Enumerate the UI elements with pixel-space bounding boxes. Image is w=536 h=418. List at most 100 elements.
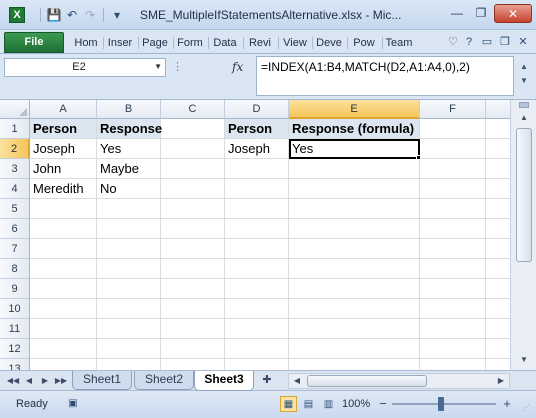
zoom-level[interactable]: 100% bbox=[342, 398, 370, 410]
ribbon-collapse-icon[interactable]: ▭ bbox=[480, 35, 494, 49]
cell-b11[interactable] bbox=[97, 319, 161, 339]
cell-f11[interactable] bbox=[420, 319, 486, 339]
chevron-down-icon[interactable]: ▼ bbox=[154, 62, 162, 71]
next-sheet-button[interactable]: ▶ bbox=[38, 373, 52, 388]
cell-d11[interactable] bbox=[225, 319, 289, 339]
row-header-4[interactable]: 4 bbox=[0, 179, 30, 199]
row-header-10[interactable]: 10 bbox=[0, 299, 30, 319]
scroll-left-arrow[interactable]: ◀ bbox=[289, 374, 305, 388]
column-header-e[interactable]: E bbox=[289, 100, 420, 119]
column-header-f[interactable]: F bbox=[420, 100, 486, 119]
cell-e10[interactable] bbox=[289, 299, 420, 319]
cell-g5[interactable] bbox=[486, 199, 510, 219]
tab-data[interactable]: Data bbox=[210, 33, 240, 53]
cell-b2[interactable]: Yes bbox=[97, 139, 161, 159]
customize-qat-icon[interactable]: ▾ bbox=[108, 6, 126, 24]
cell-g9[interactable] bbox=[486, 279, 510, 299]
tab-team[interactable]: Team bbox=[384, 33, 414, 53]
select-all-corner[interactable] bbox=[0, 100, 30, 119]
cell-e8[interactable] bbox=[289, 259, 420, 279]
save-icon[interactable]: 💾 bbox=[45, 6, 63, 24]
cell-e1[interactable]: Response (formula) bbox=[289, 119, 420, 139]
cell-c3[interactable] bbox=[161, 159, 225, 179]
cell-a2[interactable]: Joseph bbox=[30, 139, 97, 159]
row-header-13[interactable]: 13 bbox=[0, 359, 30, 370]
zoom-slider-thumb[interactable] bbox=[438, 397, 444, 411]
cell-f3[interactable] bbox=[420, 159, 486, 179]
column-header-d[interactable]: D bbox=[225, 100, 289, 119]
cell-e2[interactable]: Yes bbox=[289, 139, 420, 159]
cell-e3[interactable] bbox=[289, 159, 420, 179]
cell-g13[interactable] bbox=[486, 359, 510, 370]
cell-a8[interactable] bbox=[30, 259, 97, 279]
resize-grip-icon[interactable]: ⋰ bbox=[522, 403, 534, 415]
cell-c12[interactable] bbox=[161, 339, 225, 359]
cell-d12[interactable] bbox=[225, 339, 289, 359]
fill-handle[interactable] bbox=[416, 155, 421, 160]
cell-f1[interactable] bbox=[420, 119, 486, 139]
cell-d7[interactable] bbox=[225, 239, 289, 259]
cell-f9[interactable] bbox=[420, 279, 486, 299]
page-layout-view-button[interactable]: ▤ bbox=[300, 396, 317, 412]
insert-function-button[interactable]: fx bbox=[232, 60, 243, 74]
cell-f10[interactable] bbox=[420, 299, 486, 319]
cell-g6[interactable] bbox=[486, 219, 510, 239]
help-icon[interactable]: ? bbox=[462, 35, 476, 49]
close-button[interactable]: ✕ bbox=[494, 4, 532, 23]
tab-formulas[interactable]: Form bbox=[175, 33, 205, 53]
row-header-7[interactable]: 7 bbox=[0, 239, 30, 259]
column-header-b[interactable]: B bbox=[97, 100, 161, 119]
expand-formula-bar-button[interactable]: ▲ ▼ bbox=[516, 60, 532, 92]
cell-f5[interactable] bbox=[420, 199, 486, 219]
tab-review[interactable]: Revi bbox=[245, 33, 275, 53]
cell-b5[interactable] bbox=[97, 199, 161, 219]
cell-d4[interactable] bbox=[225, 179, 289, 199]
column-header-a[interactable]: A bbox=[30, 100, 97, 119]
redo-icon[interactable]: ↷ bbox=[81, 6, 99, 24]
cell-g8[interactable] bbox=[486, 259, 510, 279]
cell-g1[interactable] bbox=[486, 119, 510, 139]
cell-e12[interactable] bbox=[289, 339, 420, 359]
cell-a12[interactable] bbox=[30, 339, 97, 359]
horizontal-scrollbar[interactable]: ◀ ▶ bbox=[288, 373, 510, 389]
cell-g7[interactable] bbox=[486, 239, 510, 259]
cell-d10[interactable] bbox=[225, 299, 289, 319]
cell-c10[interactable] bbox=[161, 299, 225, 319]
cell-e4[interactable] bbox=[289, 179, 420, 199]
cell-c9[interactable] bbox=[161, 279, 225, 299]
heart-icon[interactable]: ♡ bbox=[446, 35, 460, 49]
scroll-right-arrow[interactable]: ▶ bbox=[493, 374, 509, 388]
cell-f4[interactable] bbox=[420, 179, 486, 199]
cell-g10[interactable] bbox=[486, 299, 510, 319]
cell-d1[interactable]: Person bbox=[225, 119, 289, 139]
cell-d5[interactable] bbox=[225, 199, 289, 219]
row-header-2[interactable]: 2 bbox=[0, 139, 30, 159]
scroll-down-arrow[interactable]: ▼ bbox=[515, 352, 533, 368]
cell-c2[interactable] bbox=[161, 139, 225, 159]
cell-d9[interactable] bbox=[225, 279, 289, 299]
sheet-tab-sheet1[interactable]: Sheet1 bbox=[72, 371, 132, 390]
resize-dots-icon[interactable]: ⋮ bbox=[172, 60, 183, 74]
tab-page-layout[interactable]: Page bbox=[140, 33, 170, 53]
cell-b10[interactable] bbox=[97, 299, 161, 319]
cell-f12[interactable] bbox=[420, 339, 486, 359]
cell-b3[interactable]: Maybe bbox=[97, 159, 161, 179]
tab-developer[interactable]: Deve bbox=[314, 33, 344, 53]
cell-b12[interactable] bbox=[97, 339, 161, 359]
cell-d8[interactable] bbox=[225, 259, 289, 279]
cell-e7[interactable] bbox=[289, 239, 420, 259]
cell-f7[interactable] bbox=[420, 239, 486, 259]
insert-sheet-icon[interactable]: ✚ bbox=[256, 373, 278, 388]
page-break-view-button[interactable]: ▥ bbox=[320, 396, 337, 412]
cell-a10[interactable] bbox=[30, 299, 97, 319]
cell-c5[interactable] bbox=[161, 199, 225, 219]
cell-c1[interactable] bbox=[161, 119, 225, 139]
tab-home[interactable]: Hom bbox=[72, 33, 100, 53]
cell-a4[interactable]: Meredith bbox=[30, 179, 97, 199]
split-handle[interactable] bbox=[519, 102, 529, 108]
restore-window-icon[interactable]: ❐ bbox=[498, 35, 512, 49]
cell-a11[interactable] bbox=[30, 319, 97, 339]
vertical-scrollbar[interactable]: ▲ ▼ bbox=[510, 100, 536, 370]
cell-b4[interactable]: No bbox=[97, 179, 161, 199]
prev-sheet-button[interactable]: ◀ bbox=[22, 373, 36, 388]
